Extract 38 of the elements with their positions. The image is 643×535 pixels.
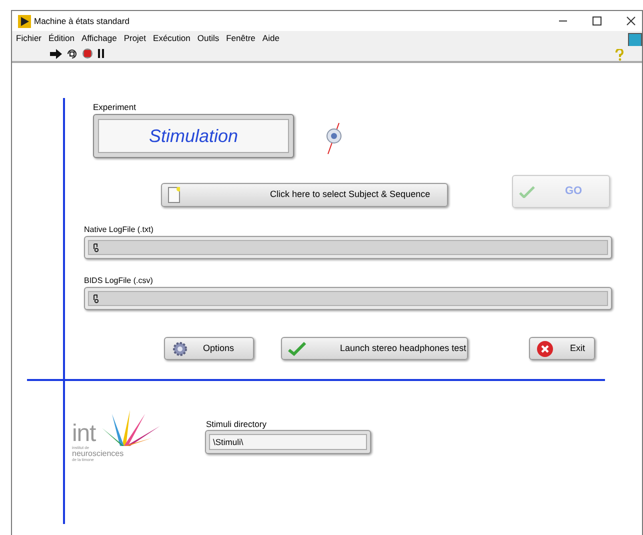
stop-icon[interactable] [82,48,93,59]
close-icon[interactable] [626,16,636,26]
exit-button[interactable]: Exit [529,337,595,360]
field-label: Experiment [93,101,136,114]
pause-icon[interactable] [97,49,105,58]
logo-wordmark: int [72,422,96,446]
experiment-value: Stimulation [148,124,238,148]
path-icon [93,242,99,252]
menu-item[interactable]: Fenêtre [226,32,256,45]
path-icon [93,294,99,304]
run-continuously-icon[interactable] [66,48,78,58]
field-label: BIDS LogFile (.csv) [84,275,153,287]
run-arrow-icon[interactable] [50,48,62,58]
field-label: Native LogFile (.txt) [84,224,154,236]
maximize-icon[interactable] [592,16,602,26]
app-icon [18,14,31,28]
test-button[interactable]: Launch stereo headphones test [281,337,468,360]
document-icon [168,187,180,203]
stimuli-directory-field[interactable]: \Stimuli\ [205,430,371,454]
bids-log-path-field[interactable] [84,287,612,310]
menu-item[interactable]: Outils [197,32,220,45]
menu-item[interactable]: Projet [124,32,146,45]
close-icon [536,340,554,358]
menu-item[interactable]: Exécution [153,32,190,45]
stimuli-directory-value: \Stimuli\ [213,436,244,448]
gear-icon [171,340,189,358]
menu-item[interactable]: Aide [262,32,280,45]
native-log-path-field[interactable] [84,236,612,259]
window-title: Machine à états standard [34,14,130,28]
checkmark-icon [288,342,306,356]
menu-item[interactable]: Fichier [16,32,42,45]
select-subject-button[interactable]: Click here to select Subject & Sequence [161,183,448,207]
checkmark-icon [519,186,535,198]
menu-item[interactable]: Édition [48,32,75,45]
logo-caption: neurosciences [72,450,124,458]
field-label: Stimuli directory [206,418,266,431]
menu-item[interactable]: Affichage [82,32,117,45]
options-button[interactable]: Options [164,337,254,360]
